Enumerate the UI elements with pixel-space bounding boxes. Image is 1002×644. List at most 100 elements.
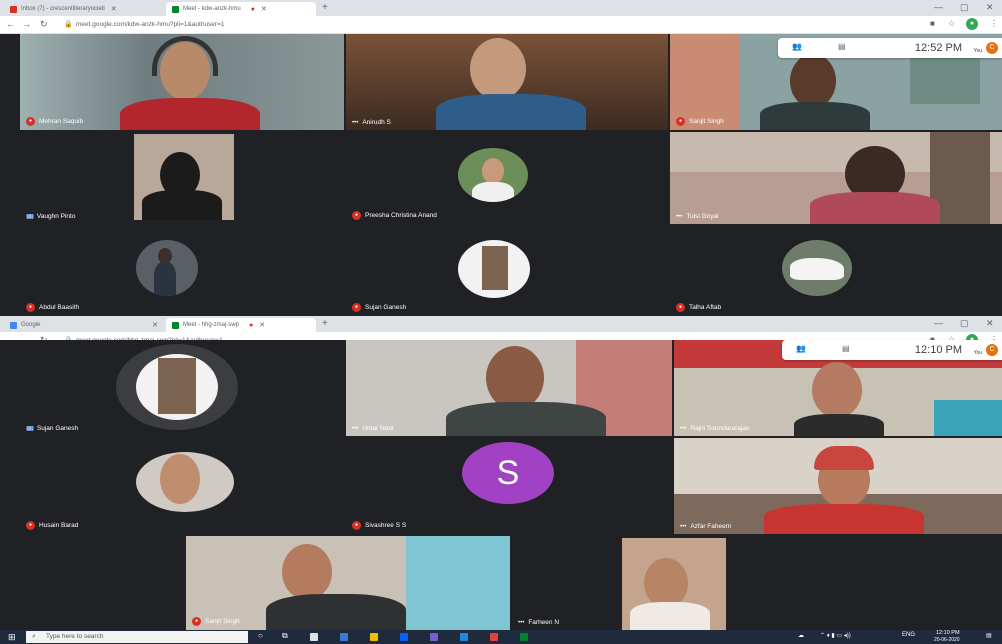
minimize-icon[interactable]: — xyxy=(934,318,943,328)
menu-icon[interactable]: ⋮ xyxy=(990,19,998,28)
language-indicator[interactable]: ENG xyxy=(902,632,915,638)
mic-off-icon: ● xyxy=(26,117,35,126)
windows-taskbar: ⊞ ⌕ Type here to search ○ ⧉ ☁ ⌃ ♦ ▮ ▭ ◂)… xyxy=(0,630,1002,644)
new-tab-icon[interactable]: + xyxy=(322,318,328,329)
bottom-browser-window: Google ✕ Meet - hhg-zmaj-swp ● ✕ + — ▢ ✕… xyxy=(0,316,1002,630)
participant-head xyxy=(812,362,862,418)
participant-tile[interactable]: ● Talha Aftab xyxy=(670,226,1002,316)
participant-tile[interactable]: ▮▮▮ Sujan Ganesh xyxy=(20,340,344,436)
participant-avatar xyxy=(136,354,218,420)
new-tab-icon[interactable]: + xyxy=(322,2,328,13)
participant-tile[interactable]: ● Preesha Christina Anand xyxy=(346,132,668,224)
cortana-icon[interactable]: ○ xyxy=(258,631,263,640)
reload-icon[interactable]: ↻ xyxy=(40,19,48,30)
participant-avatar xyxy=(458,240,530,298)
maximize-icon[interactable]: ▢ xyxy=(960,318,969,329)
store-icon[interactable] xyxy=(310,633,318,641)
participant-tile[interactable]: ● Sujan Ganesh xyxy=(346,226,668,316)
tray-icons[interactable]: ⌃ ♦ ▮ ▭ ◂)) xyxy=(820,632,851,639)
tab-google[interactable]: Google ✕ xyxy=(4,318,164,332)
meet-app-icon[interactable] xyxy=(520,633,528,641)
dropbox-icon[interactable] xyxy=(400,633,408,641)
participant-tile[interactable]: ••• Azfar Faheem xyxy=(674,438,1002,534)
clock-date[interactable]: 20-06-2020 xyxy=(934,637,960,643)
participant-body xyxy=(810,192,940,224)
participant-avatar xyxy=(782,240,852,296)
bolt-icon[interactable] xyxy=(370,633,378,641)
participant-tile[interactable]: ● Sanjit Singh xyxy=(186,536,510,630)
close-icon[interactable]: ✕ xyxy=(152,321,158,329)
gmail-icon xyxy=(10,5,17,13)
clock-time[interactable]: 12:10 PM xyxy=(936,630,960,636)
url-field[interactable]: meet.google.com/kdw-anzk-hmu?pli=1&authu… xyxy=(76,21,225,28)
tab-meet[interactable]: Meet - kdw-anzk-hmu ● ✕ xyxy=(166,2,316,16)
participant-tile[interactable]: ••• Anirudh S xyxy=(346,34,668,130)
participant-body xyxy=(266,594,406,630)
participant-name: ● Husain Barad xyxy=(26,521,78,530)
meeting-info-bar: 👥 ▤ 12:52 PM You C xyxy=(778,38,1002,58)
chrome-icon[interactable] xyxy=(490,633,498,641)
close-icon[interactable]: ✕ xyxy=(259,321,265,329)
chat-icon[interactable]: ▤ xyxy=(842,344,850,353)
participant-tile[interactable]: ▮▮▮ Vaughn Pinto xyxy=(20,132,344,224)
photos-icon[interactable] xyxy=(430,633,438,641)
participant-head xyxy=(486,346,544,410)
participant-tile[interactable]: ● Mehran Saquib xyxy=(20,34,344,130)
weather-icon[interactable]: ☁ xyxy=(798,632,804,639)
tab-gmail[interactable]: Inbox (7) - crescentliteraryocieti ✕ xyxy=(4,2,164,16)
mic-off-icon: ● xyxy=(676,303,685,312)
participant-name: ● Preesha Christina Anand xyxy=(352,211,437,220)
camera-icon[interactable]: ■ xyxy=(930,19,935,28)
forward-icon[interactable]: → xyxy=(22,19,31,29)
close-icon[interactable]: ✕ xyxy=(111,5,117,13)
participant-tile[interactable]: ••• Tulsi Goyal xyxy=(670,132,1002,224)
participant-name: ••• Umar Noor xyxy=(352,425,395,432)
maximize-icon[interactable]: ▢ xyxy=(960,2,969,13)
mic-off-icon: ● xyxy=(352,521,361,530)
recording-dot-icon: ● xyxy=(249,321,254,329)
profile-avatar[interactable]: ● xyxy=(966,18,978,30)
mic-off-icon: ● xyxy=(26,521,35,530)
meeting-clock: 12:10 PM xyxy=(914,344,962,356)
participant-name: ● Sivashree S S xyxy=(352,521,406,530)
participant-tile[interactable]: ••• Umar Noor xyxy=(346,340,672,436)
edge-icon[interactable] xyxy=(460,633,468,641)
participant-tile[interactable]: ● Abdul Baasith xyxy=(20,226,344,316)
participant-tile[interactable]: ● Husain Barad xyxy=(20,438,344,534)
back-icon[interactable]: ← xyxy=(6,19,15,29)
mail-icon[interactable] xyxy=(340,633,348,641)
participant-body xyxy=(630,602,710,630)
participant-name: ● Sanjit Singh xyxy=(192,617,240,626)
participant-body xyxy=(436,94,586,130)
self-avatar[interactable]: C xyxy=(986,42,998,54)
more-dots-icon: ••• xyxy=(352,119,359,126)
star-icon[interactable]: ☆ xyxy=(948,19,955,28)
speaking-icon: ▮▮▮ xyxy=(26,214,34,220)
close-window-icon[interactable]: ✕ xyxy=(986,318,994,329)
participant-name: ▮▮▮ Sujan Ganesh xyxy=(26,425,79,432)
self-avatar[interactable]: C xyxy=(986,344,998,356)
participants-icon[interactable]: 👥 xyxy=(792,42,802,51)
minimize-icon[interactable]: — xyxy=(934,2,943,12)
participants-icon[interactable]: 👥 xyxy=(796,344,806,353)
search-icon: ⌕ xyxy=(32,633,36,640)
taskbar-search[interactable]: ⌕ Type here to search xyxy=(26,631,248,643)
notifications-icon[interactable]: ▤ xyxy=(986,632,992,639)
participant-name: ● Sujan Ganesh xyxy=(352,303,406,312)
task-view-icon[interactable]: ⧉ xyxy=(282,631,288,641)
participant-body xyxy=(760,102,870,130)
participant-body xyxy=(142,190,222,220)
mic-off-icon: ● xyxy=(352,303,361,312)
close-icon[interactable]: ✕ xyxy=(261,5,267,13)
participant-head xyxy=(282,544,332,600)
tab-meet[interactable]: Meet - hhg-zmaj-swp ● ✕ xyxy=(166,318,316,332)
more-dots-icon: ••• xyxy=(518,619,525,626)
chat-icon[interactable]: ▤ xyxy=(838,42,846,51)
participant-name: ••• Farheen N xyxy=(518,619,560,626)
windows-start-icon[interactable]: ⊞ xyxy=(8,632,16,643)
more-dots-icon: ••• xyxy=(680,523,687,530)
meeting-info-bar: 👥 ▤ 12:10 PM You C xyxy=(782,340,1002,360)
participant-tile[interactable]: S ● Sivashree S S xyxy=(346,438,672,534)
close-window-icon[interactable]: ✕ xyxy=(986,2,994,13)
participant-tile[interactable]: ••• Farheen N xyxy=(512,536,726,630)
